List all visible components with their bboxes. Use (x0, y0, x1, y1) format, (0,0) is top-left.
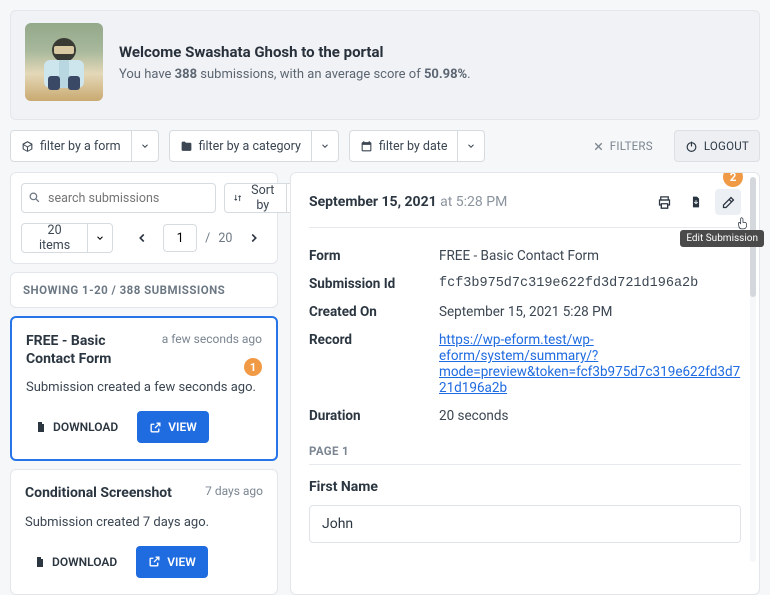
avatar (25, 23, 103, 101)
submission-body: 1 Submission created a few seconds ago. (26, 380, 262, 395)
external-link-icon (148, 555, 161, 568)
record-link[interactable]: https://wp-eform.test/wp-eform/system/su… (439, 332, 740, 396)
file-download-icon (689, 195, 703, 209)
download-button[interactable]: DOWNLOAD (26, 411, 127, 443)
search-wrap (21, 183, 216, 213)
items-per-page: 20 items (21, 223, 113, 253)
submission-card[interactable]: FREE - Basic Contact Form a few seconds … (10, 316, 278, 461)
welcome-text: Welcome Swashata Ghosh to the portal You… (119, 43, 471, 82)
meta-value: fcf3b975d7c319e622fd3d721d196a2b (439, 276, 741, 292)
welcome-stats: You have 388 submissions, with an averag… (119, 67, 471, 82)
filter-category-label: filter by a category (199, 139, 301, 154)
sort-label: Sort by (247, 183, 278, 213)
avatar-image (34, 32, 94, 92)
external-link-icon (149, 421, 162, 434)
filter-form-caret[interactable] (132, 130, 159, 162)
page-section-label: PAGE 1 (309, 444, 741, 458)
sort-icon (233, 192, 242, 204)
items-button[interactable]: 20 items (21, 223, 88, 253)
filters-clear-label: FILTERS (610, 139, 653, 153)
cube-icon (21, 140, 34, 153)
left-column: Sort by 20 items (10, 172, 278, 595)
search-sort-panel: Sort by 20 items (10, 172, 278, 264)
filter-bar: filter by a form filter by a category fi… (10, 130, 760, 162)
download-button[interactable]: DOWNLOAD (25, 546, 126, 578)
chevron-down-icon (95, 233, 105, 243)
chevron-left-icon (135, 231, 149, 245)
submission-age: a few seconds ago (162, 332, 262, 346)
filter-category-group: filter by a category (169, 130, 339, 162)
chevron-down-icon (320, 141, 330, 151)
chevron-right-icon (247, 231, 261, 245)
page-total: 20 (218, 231, 232, 246)
download-file-button[interactable] (683, 189, 709, 215)
filter-date-group: filter by date (349, 130, 486, 162)
header: Welcome Swashata Ghosh to the portal You… (10, 10, 760, 120)
print-icon (657, 195, 672, 210)
meta-key: Submission Id (309, 276, 439, 292)
page-sep: / (205, 231, 210, 246)
search-icon (28, 191, 41, 204)
meta-value: 20 seconds (439, 408, 741, 424)
first-name-input[interactable] (309, 505, 741, 543)
meta-key: Duration (309, 408, 439, 424)
meta-key: Record (309, 332, 439, 396)
filter-form-label: filter by a form (40, 139, 121, 154)
tooltip-edit-submission: Edit Submission (680, 230, 764, 247)
search-input[interactable] (21, 183, 216, 213)
filter-date-caret[interactable] (458, 130, 485, 162)
items-caret[interactable] (88, 223, 112, 253)
file-icon (34, 556, 46, 568)
file-icon (35, 421, 47, 433)
content: Sort by 20 items (10, 172, 760, 595)
filter-date-button[interactable]: filter by date (349, 130, 459, 162)
divider (309, 227, 741, 228)
page-next-button[interactable] (240, 224, 267, 252)
print-button[interactable] (651, 189, 677, 215)
close-icon (592, 140, 605, 153)
meta-table: FormFREE - Basic Contact Form Submission… (309, 242, 741, 430)
filter-category-button[interactable]: filter by a category (169, 130, 312, 162)
filter-category-caret[interactable] (312, 130, 339, 162)
submission-title: Conditional Screenshot (25, 484, 172, 502)
filters-clear-button[interactable]: FILTERS (581, 130, 664, 162)
meta-key: Created On (309, 304, 439, 320)
chevron-down-icon (466, 141, 476, 151)
chevron-down-icon (140, 141, 150, 151)
submission-title: FREE - Basic Contact Form (26, 332, 152, 368)
submission-card[interactable]: Conditional Screenshot 7 days ago Submis… (10, 469, 278, 594)
meta-value: FREE - Basic Contact Form (439, 248, 741, 264)
badge-count: 1 (244, 358, 262, 376)
calendar-icon (360, 140, 373, 153)
edit-icon (721, 195, 736, 210)
pager-row: 20 items / 20 (21, 223, 267, 253)
logout-button[interactable]: LOGOUT (674, 130, 760, 162)
submission-age: 7 days ago (205, 484, 263, 498)
meta-value: September 15, 2021 5:28 PM (439, 304, 741, 320)
edit-button[interactable] (715, 189, 741, 215)
page-prev-button[interactable] (129, 224, 156, 252)
filter-form-group: filter by a form (10, 130, 159, 162)
welcome-title: Welcome Swashata Ghosh to the portal (119, 43, 471, 61)
divider (309, 464, 741, 465)
page-current-input[interactable] (163, 224, 197, 252)
filter-form-button[interactable]: filter by a form (10, 130, 132, 162)
view-button[interactable]: VIEW (136, 546, 208, 578)
logout-label: LOGOUT (704, 139, 749, 153)
meta-key: Form (309, 248, 439, 264)
field-label: First Name (309, 479, 741, 495)
sort-button[interactable]: Sort by (224, 183, 287, 213)
folder-icon (180, 140, 193, 153)
submission-body: Submission created 7 days ago. (25, 515, 263, 530)
detail-date: September 15, 2021 at 5:28 PM (309, 194, 507, 210)
showing-label: SHOWING 1-20 / 388 SUBMISSIONS (10, 272, 278, 308)
power-icon (685, 140, 698, 153)
view-button[interactable]: VIEW (137, 411, 209, 443)
filter-date-label: filter by date (379, 139, 448, 154)
badge-count: 2 (723, 172, 743, 187)
